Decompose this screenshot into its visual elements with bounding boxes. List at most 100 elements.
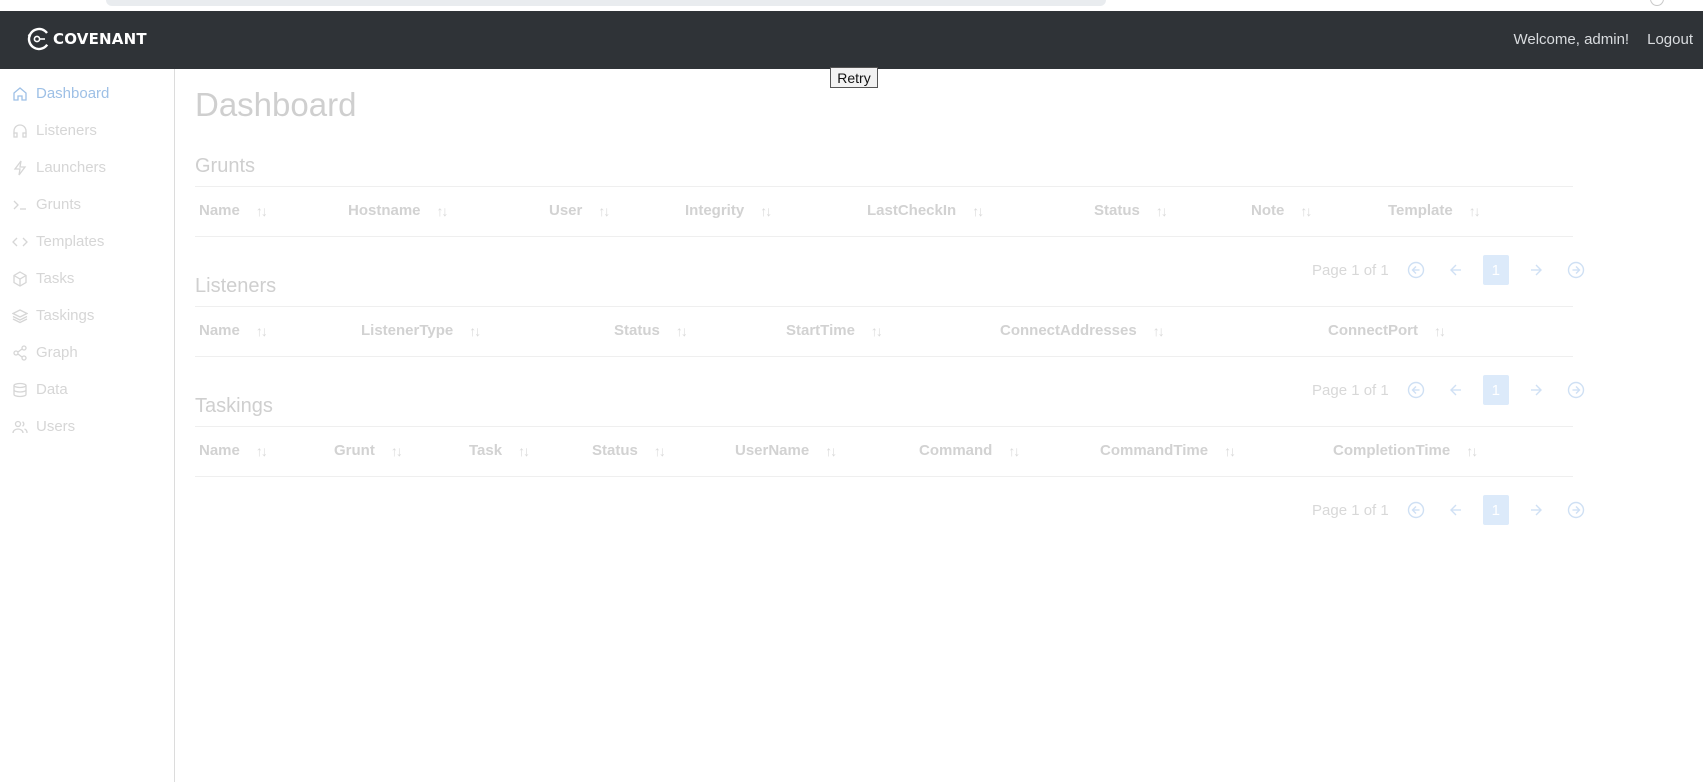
next-page-button[interactable] xyxy=(1523,377,1549,403)
sort-icon[interactable]: ↑↓ xyxy=(1008,443,1020,459)
sidebar-item-label: Data xyxy=(36,381,68,398)
first-page-button[interactable] xyxy=(1403,497,1429,523)
sort-icon[interactable]: ↑↓ xyxy=(1466,443,1478,459)
sort-icon[interactable]: ↑↓ xyxy=(518,443,530,459)
retry-button[interactable]: Retry xyxy=(830,67,878,88)
column-header-grunt[interactable]: Grunt ↑↓ xyxy=(334,442,403,459)
column-header-starttime[interactable]: StartTime ↑↓ xyxy=(786,322,883,339)
last-page-button[interactable] xyxy=(1563,257,1589,283)
column-header-connectaddresses[interactable]: ConnectAddresses ↑↓ xyxy=(1000,322,1165,339)
sort-icon[interactable]: ↑↓ xyxy=(1153,323,1165,339)
column-header-name[interactable]: Name ↑↓ xyxy=(199,202,268,219)
sort-icon[interactable]: ↑↓ xyxy=(469,323,481,339)
column-header-integrity[interactable]: Integrity ↑↓ xyxy=(685,202,772,219)
sidebar-item-label: Taskings xyxy=(36,307,95,324)
section-title-taskings: Taskings xyxy=(195,395,273,417)
prev-page-button[interactable] xyxy=(1443,257,1469,283)
browser-control-icon xyxy=(1650,0,1664,6)
sort-icon[interactable]: ↑↓ xyxy=(1300,203,1312,219)
sidebar-item-dashboard[interactable]: Dashboard xyxy=(12,85,109,102)
sidebar-item-grunts[interactable]: Grunts xyxy=(12,196,81,213)
current-page-button[interactable]: 1 xyxy=(1482,255,1509,285)
arrow-left-icon xyxy=(1449,504,1461,516)
listeners-pager: Page 1 of 1 1 xyxy=(1312,375,1603,405)
arrow-left-icon xyxy=(1449,264,1461,276)
sidebar-item-label: Grunts xyxy=(36,196,82,213)
sidebar-item-taskings[interactable]: Taskings xyxy=(12,307,94,324)
page-info: Page 1 of 1 xyxy=(1312,501,1389,519)
sort-icon[interactable]: ↑↓ xyxy=(437,203,449,219)
current-page-button[interactable]: 1 xyxy=(1482,375,1509,405)
sidebar-item-label: Users xyxy=(36,418,76,435)
sort-icon[interactable]: ↑↓ xyxy=(676,323,688,339)
logout-link[interactable]: Logout xyxy=(1647,31,1693,48)
column-header-status[interactable]: Status ↑↓ xyxy=(614,322,688,339)
sidebar-item-listeners[interactable]: Listeners xyxy=(12,122,97,139)
column-header-template[interactable]: Template ↑↓ xyxy=(1388,202,1481,219)
sidebar-item-graph[interactable]: Graph xyxy=(12,344,78,361)
sort-icon[interactable]: ↑↓ xyxy=(391,443,403,459)
sidebar-item-data[interactable]: Data xyxy=(12,381,68,398)
sidebar-item-tasks[interactable]: Tasks xyxy=(12,270,74,287)
sidebar-item-label: Tasks xyxy=(36,270,75,287)
users-icon xyxy=(12,420,28,433)
last-page-icon xyxy=(1567,501,1584,519)
welcome-link[interactable]: Welcome, admin! xyxy=(1514,31,1630,48)
last-page-button[interactable] xyxy=(1563,497,1589,523)
code-icon xyxy=(12,237,28,246)
last-page-button[interactable] xyxy=(1563,377,1589,403)
column-header-completiontime[interactable]: CompletionTime ↑↓ xyxy=(1333,442,1478,459)
sidebar: Dashboard Listeners Launchers Grunts Tem… xyxy=(0,69,175,782)
next-page-button[interactable] xyxy=(1523,257,1549,283)
sort-icon[interactable]: ↑↓ xyxy=(256,323,268,339)
first-page-icon xyxy=(1407,261,1424,279)
column-header-connectport[interactable]: ConnectPort ↑↓ xyxy=(1328,322,1446,339)
sort-icon[interactable]: ↑↓ xyxy=(256,443,268,459)
column-header-command[interactable]: Command ↑↓ xyxy=(919,442,1020,459)
browser-top-strip xyxy=(0,0,1703,11)
column-header-username[interactable]: UserName ↑↓ xyxy=(735,442,837,459)
sidebar-item-label: Graph xyxy=(36,344,78,361)
prev-page-button[interactable] xyxy=(1443,497,1469,523)
brand-logo[interactable]: COVENANT xyxy=(26,26,147,52)
sidebar-item-templates[interactable]: Templates xyxy=(12,233,104,250)
sort-icon[interactable]: ↑↓ xyxy=(871,323,883,339)
sidebar-item-launchers[interactable]: Launchers xyxy=(12,159,106,176)
sort-icon[interactable]: ↑↓ xyxy=(256,203,268,219)
column-header-status[interactable]: Status ↑↓ xyxy=(592,442,666,459)
grunts-pager: Page 1 of 1 1 xyxy=(1312,255,1603,285)
sort-icon[interactable]: ↑↓ xyxy=(760,203,772,219)
page-info: Page 1 of 1 xyxy=(1312,381,1389,399)
last-page-icon xyxy=(1567,381,1584,399)
first-page-icon xyxy=(1407,501,1424,519)
sort-icon[interactable]: ↑↓ xyxy=(1224,443,1236,459)
sort-icon[interactable]: ↑↓ xyxy=(1156,203,1168,219)
column-header-name[interactable]: Name ↑↓ xyxy=(199,442,268,459)
column-header-listenertype[interactable]: ListenerType ↑↓ xyxy=(361,322,481,339)
first-page-button[interactable] xyxy=(1403,377,1429,403)
column-header-hostname[interactable]: Hostname ↑↓ xyxy=(348,202,449,219)
column-header-name[interactable]: Name ↑↓ xyxy=(199,322,268,339)
first-page-button[interactable] xyxy=(1403,257,1429,283)
column-header-commandtime[interactable]: CommandTime ↑↓ xyxy=(1100,442,1236,459)
sort-icon[interactable]: ↑↓ xyxy=(1469,203,1481,219)
sort-icon[interactable]: ↑↓ xyxy=(825,443,837,459)
column-header-user[interactable]: User ↑↓ xyxy=(549,202,610,219)
current-page-button[interactable]: 1 xyxy=(1482,495,1509,525)
column-header-status[interactable]: Status ↑↓ xyxy=(1094,202,1168,219)
sort-icon[interactable]: ↑↓ xyxy=(598,203,610,219)
box-icon xyxy=(13,270,27,287)
brand-text: COVENANT xyxy=(53,30,147,48)
sidebar-item-users[interactable]: Users xyxy=(12,418,75,435)
column-header-note[interactable]: Note ↑↓ xyxy=(1251,202,1312,219)
taskings-pager: Page 1 of 1 1 xyxy=(1312,495,1603,525)
column-header-task[interactable]: Task ↑↓ xyxy=(469,442,530,459)
next-page-button[interactable] xyxy=(1523,497,1549,523)
sort-icon[interactable]: ↑↓ xyxy=(654,443,666,459)
taskings-table-header: Name ↑↓ Grunt ↑↓ Task ↑↓ Status ↑↓ UserName ↑… xyxy=(195,426,1573,477)
sort-icon[interactable]: ↑↓ xyxy=(1434,323,1446,339)
column-header-lastcheckin[interactable]: LastCheckIn ↑↓ xyxy=(867,202,984,219)
section-title-listeners: Listeners xyxy=(195,275,277,297)
prev-page-button[interactable] xyxy=(1443,377,1469,403)
sort-icon[interactable]: ↑↓ xyxy=(972,203,984,219)
